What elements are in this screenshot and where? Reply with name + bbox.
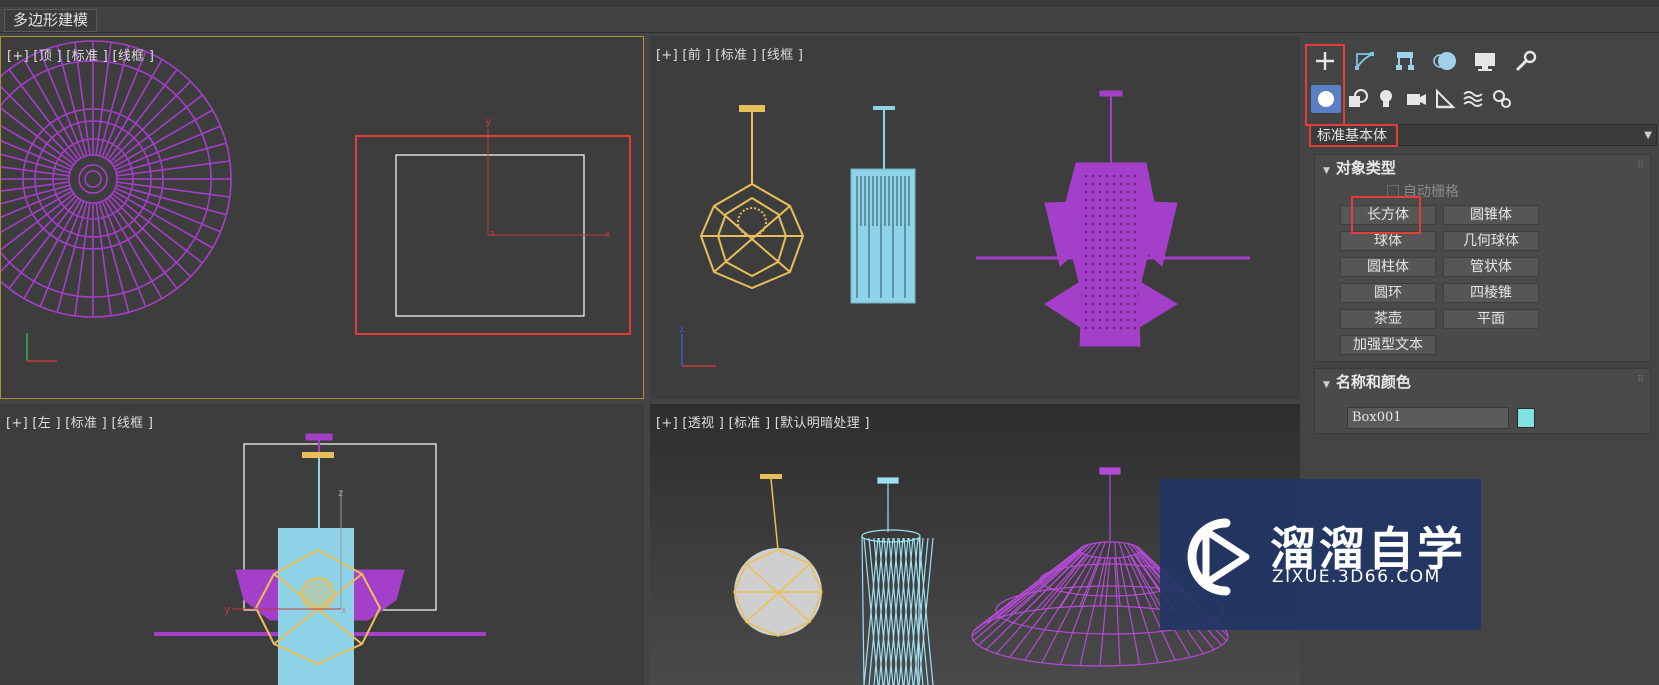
object-type-button[interactable]: 圆柱体 (1340, 257, 1436, 277)
collapse-triangle-icon: ▼ (1323, 166, 1330, 176)
svg-text:z: z (338, 488, 343, 499)
cameras-icon[interactable] (1401, 85, 1431, 113)
collapse-triangle-icon: ▼ (1323, 380, 1330, 390)
svg-text:x: x (605, 229, 611, 240)
rollout-grip-icon: ⠿ (1637, 161, 1644, 171)
chevron-down-icon: ▼ (1644, 130, 1652, 141)
motion-icon[interactable] (1428, 46, 1462, 76)
gizmo-top (487, 129, 607, 236)
rollout-name-color-header[interactable]: ▼ 名称和颜色 (1323, 371, 1411, 392)
viewport-top[interactable]: y x z [+] [顶 ] [标准 ] [线框 ] (0, 36, 644, 399)
viewport-label-front[interactable]: [+] [前 ] [标准 ] [线框 ] (656, 44, 803, 63)
object-type-button[interactable]: 加强型文本 (1340, 335, 1436, 355)
viewport-front-scene: z (679, 90, 1250, 367)
autogrid-checkbox[interactable]: 自动栅格 (1387, 181, 1459, 201)
axis-tripod-top (26, 333, 57, 362)
hierarchy-icon[interactable] (1388, 46, 1422, 76)
object-type-button[interactable]: 圆锥体 (1443, 205, 1539, 225)
geometry-icon[interactable] (1311, 85, 1341, 113)
modify-icon[interactable] (1348, 46, 1382, 76)
shapes-icon[interactable] (1343, 85, 1373, 113)
viewport-label-top[interactable]: [+] [顶 ] [标准 ] [线框 ] (7, 45, 154, 64)
object-type-button[interactable]: 四棱锥 (1443, 283, 1539, 303)
lights-icon[interactable] (1371, 85, 1401, 113)
svg-text:y: y (224, 603, 231, 616)
lamp-top-wireframe (1, 40, 232, 318)
lamp-geodesic-persp (733, 474, 823, 637)
object-name-field[interactable]: Box001 (1347, 407, 1509, 429)
autogrid-label: 自动栅格 (1403, 184, 1459, 200)
viewport-top-scene: y x z (1, 40, 611, 362)
rollout-object-type: ▼ 对象类型 ⠿ 自动栅格 长方体 圆锥体 球体 几何球体 圆柱体 管状体 圆环 … (1314, 154, 1651, 362)
rollout-object-type-header[interactable]: ▼ 对象类型 (1323, 157, 1396, 178)
utilities-icon[interactable] (1508, 46, 1542, 76)
viewport-label-perspective[interactable]: [+] [透视 ] [标准 ] [默认明暗处理 ] (656, 412, 870, 431)
svg-text:x: x (341, 605, 347, 616)
rollout-grip-icon: ⠿ (1637, 375, 1644, 385)
axis-tripod-front (681, 334, 716, 367)
viewport-left-scene: z y x (154, 433, 486, 685)
svg-text:z: z (490, 229, 495, 239)
rollout-object-type-title: 对象类型 (1335, 159, 1396, 177)
create-icon[interactable] (1308, 46, 1342, 76)
svg-text:y: y (485, 115, 492, 128)
svg-text:z: z (679, 324, 684, 335)
watermark-logo-icon (1187, 518, 1250, 596)
object-type-button[interactable]: 茶壶 (1340, 309, 1436, 329)
object-type-button[interactable]: 平面 (1443, 309, 1539, 329)
helpers-icon[interactable] (1430, 85, 1460, 113)
lamp-cylinder-persp (861, 477, 934, 685)
lamp-geodesic-front (699, 105, 805, 290)
rollout-name-color: ▼ 名称和颜色 ⠿ Box001 (1314, 368, 1651, 434)
watermark-url: ZIXUE.3D66.COM (1272, 567, 1441, 587)
object-type-button[interactable]: 几何球体 (1443, 231, 1539, 251)
checkbox-box (1387, 185, 1399, 197)
systems-icon[interactable] (1487, 85, 1517, 113)
display-icon[interactable] (1468, 46, 1502, 76)
object-color-swatch[interactable] (1517, 408, 1535, 428)
viewport-label-left[interactable]: [+] [左 ] [标准 ] [线框 ] (6, 412, 153, 431)
viewport-front[interactable]: z [+] [前 ] [标准 ] [线框 ] (650, 36, 1300, 399)
rollout-name-color-title: 名称和颜色 (1335, 373, 1411, 391)
viewport-left[interactable]: z y x [+] [左 ] [标准 ] [线框 ] (0, 404, 644, 685)
ribbon-tab-poly-modeling[interactable]: 多边形建模 (4, 9, 98, 32)
lamp-lotus-front (976, 90, 1250, 347)
category-dropdown-value: 标准基本体 (1317, 128, 1387, 144)
lamp-cylinder-front (850, 106, 916, 304)
category-dropdown[interactable]: 标准基本体 ▼ (1310, 124, 1657, 146)
watermark-overlay: 溜溜自学 ZIXUE.3D66.COM (1160, 479, 1481, 630)
spacewarps-icon[interactable] (1458, 85, 1488, 113)
object-type-button[interactable]: 管状体 (1443, 257, 1539, 277)
object-type-button[interactable]: 圆环 (1340, 283, 1436, 303)
ribbon-bar: 多边形建模 (0, 7, 1659, 33)
object-type-button[interactable]: 长方体 (1340, 205, 1436, 225)
object-type-button[interactable]: 球体 (1340, 231, 1436, 251)
